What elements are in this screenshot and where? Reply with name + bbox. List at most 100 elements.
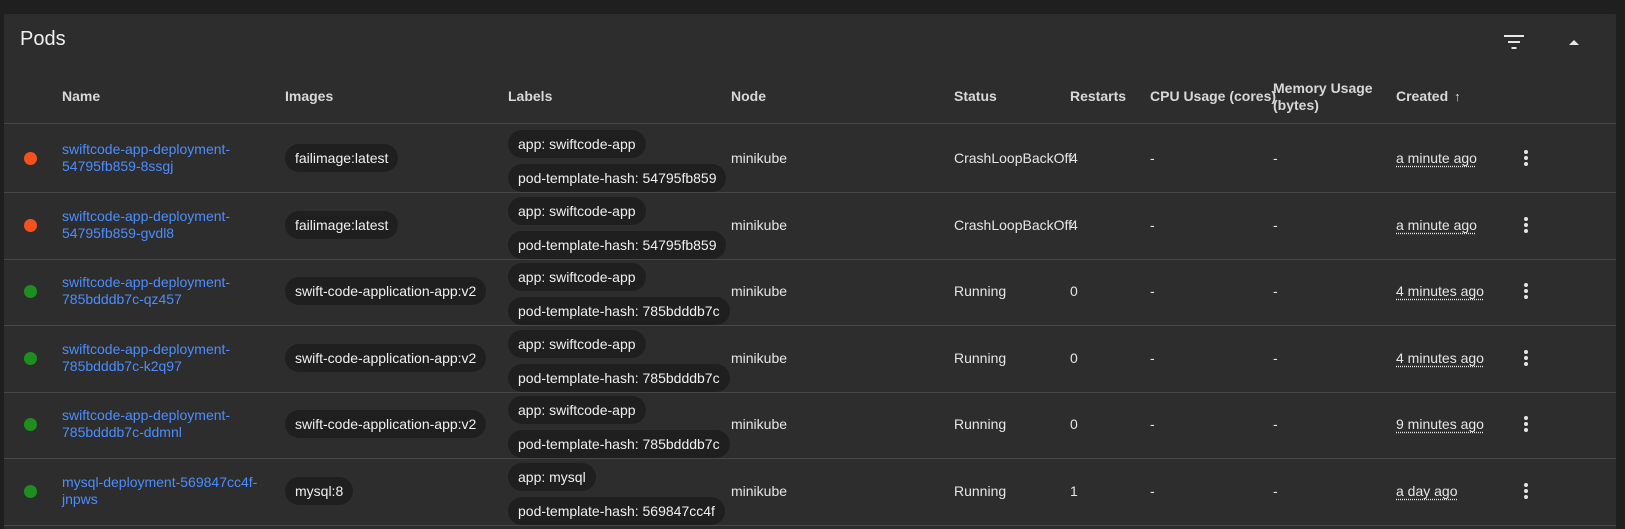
table-row: mysql-deployment-569847cc4f-jnpws mysql:…	[4, 457, 1616, 526]
cpu-cell: -	[1150, 416, 1155, 432]
created-timestamp[interactable]: 4 minutes ago	[1396, 350, 1484, 366]
image-cell: failimage:latest	[285, 191, 399, 259]
image-cell: failimage:latest	[285, 124, 399, 192]
cpu-cell: -	[1150, 482, 1155, 499]
column-header-status[interactable]: Status	[954, 70, 997, 123]
status-dot-icon	[24, 351, 37, 365]
node-cell: minikube	[731, 283, 788, 299]
row-actions-button[interactable]	[1514, 411, 1538, 437]
status-text: CrashLoopBackOff	[954, 150, 1072, 166]
memory-cell: -	[1273, 416, 1278, 432]
status-text: Running	[954, 349, 1007, 366]
status-text: CrashLoopBackOff	[954, 216, 1072, 233]
column-header-node[interactable]: Node	[731, 70, 766, 123]
status-cell: Running	[954, 324, 1072, 392]
status-text: Running	[954, 416, 1007, 432]
status-dot-icon	[24, 152, 37, 165]
node-cell: minikube	[731, 416, 788, 432]
filter-button[interactable]	[1500, 28, 1528, 56]
created-timestamp[interactable]: 4 minutes ago	[1396, 283, 1484, 299]
column-header-created-label: Created	[1396, 88, 1449, 104]
memory-cell: -	[1273, 216, 1278, 233]
collapse-button[interactable]	[1560, 28, 1588, 56]
label-chip: pod-template-hash: 785bdddb7c	[508, 297, 730, 325]
status-cell: CrashLoopBackOff	[954, 191, 1072, 259]
node-cell: minikube	[731, 482, 788, 499]
table-row: swiftcode-app-deployment-785bdddb7c-k2q9…	[4, 324, 1616, 393]
label-chip: app: swiftcode-app	[508, 196, 646, 225]
created-cell: 4 minutes ago	[1396, 257, 1484, 325]
restarts-cell: 0	[1070, 349, 1078, 366]
image-chip: failimage:latest	[285, 144, 399, 172]
row-actions-button[interactable]	[1514, 212, 1538, 238]
memory-cell: -	[1273, 150, 1278, 166]
label-chip: app: swiftcode-app	[508, 263, 646, 291]
pods-card: Pods Name Images Labels Node Status Rest…	[4, 14, 1616, 529]
status-cell: Running	[954, 390, 1072, 458]
more-vert-icon	[1524, 150, 1528, 166]
row-actions-button[interactable]	[1514, 145, 1538, 171]
node-cell: minikube	[731, 216, 788, 233]
row-actions-button[interactable]	[1514, 345, 1538, 371]
created-timestamp[interactable]: a minute ago	[1396, 150, 1477, 166]
table-row: swiftcode-app-deployment-54795fb859-gvdl…	[4, 191, 1616, 260]
image-chip: swift-code-application-app:v2	[285, 410, 487, 438]
status-dot-icon	[24, 285, 37, 298]
column-header-name[interactable]: Name	[62, 70, 100, 123]
image-cell: swift-code-application-app:v2	[285, 324, 487, 392]
status-dot-icon	[24, 484, 37, 498]
name-cell: swiftcode-app-deployment-785bdddb7c-ddmn…	[62, 390, 272, 458]
more-vert-icon	[1524, 283, 1528, 299]
sort-arrow-icon: ↑	[1454, 89, 1461, 104]
node-cell: minikube	[731, 349, 788, 366]
pod-name-link[interactable]: swiftcode-app-deployment-785bdddb7c-qz45…	[62, 274, 272, 308]
image-cell: swift-code-application-app:v2	[285, 390, 487, 458]
created-cell: 4 minutes ago	[1396, 324, 1484, 392]
created-timestamp[interactable]: a minute ago	[1396, 217, 1477, 233]
pod-name-link[interactable]: swiftcode-app-deployment-785bdddb7c-k2q9…	[62, 341, 272, 375]
image-chip: failimage:latest	[285, 210, 399, 239]
column-header-memory: Memory Usage (bytes)	[1273, 79, 1373, 113]
status-cell: Running	[954, 257, 1072, 325]
status-cell: CrashLoopBackOff	[954, 124, 1072, 192]
restarts-cell: 4	[1070, 216, 1078, 233]
memory-cell: -	[1273, 349, 1278, 366]
node-cell: minikube	[731, 150, 788, 166]
image-cell: mysql:8	[285, 457, 354, 525]
status-dot-icon	[24, 418, 37, 431]
label-chip: pod-template-hash: 785bdddb7c	[508, 430, 730, 458]
name-cell: mysql-deployment-569847cc4f-jnpws	[62, 457, 272, 525]
cpu-cell: -	[1150, 283, 1155, 299]
created-cell: a day ago	[1396, 457, 1458, 525]
label-chip: pod-template-hash: 569847cc4f	[508, 496, 725, 525]
pod-name-link[interactable]: swiftcode-app-deployment-785bdddb7c-ddmn…	[62, 407, 272, 441]
created-cell: a minute ago	[1396, 124, 1477, 192]
image-chip: swift-code-application-app:v2	[285, 277, 487, 305]
row-actions-button[interactable]	[1514, 478, 1538, 504]
more-vert-icon	[1524, 482, 1528, 499]
status-cell: Running	[954, 457, 1072, 525]
column-header-created[interactable]: Created ↑	[1396, 70, 1461, 123]
status-text: Running	[954, 283, 1007, 299]
pod-name-link[interactable]: mysql-deployment-569847cc4f-jnpws	[62, 474, 272, 508]
pod-name-link[interactable]: swiftcode-app-deployment-54795fb859-8ssg…	[62, 141, 272, 175]
label-chip: app: swiftcode-app	[508, 130, 646, 158]
status-dot-icon	[24, 218, 37, 232]
restarts-cell: 4	[1070, 150, 1078, 166]
column-header-restarts[interactable]: Restarts	[1070, 70, 1126, 123]
created-timestamp[interactable]: a day ago	[1396, 483, 1458, 499]
label-chip: pod-template-hash: 785bdddb7c	[508, 363, 730, 392]
row-actions-button[interactable]	[1514, 278, 1538, 304]
restarts-cell: 1	[1070, 482, 1078, 499]
status-text: Running	[954, 482, 1007, 499]
card-header: Pods	[4, 14, 1616, 70]
more-vert-icon	[1524, 416, 1528, 432]
pod-name-link[interactable]: swiftcode-app-deployment-54795fb859-gvdl…	[62, 208, 272, 242]
restarts-cell: 0	[1070, 283, 1078, 299]
table-header: Name Images Labels Node Status Restarts …	[4, 70, 1616, 124]
column-header-images: Images	[285, 88, 334, 104]
column-header-cpu: CPU Usage (cores)	[1150, 88, 1277, 104]
cpu-cell: -	[1150, 349, 1155, 366]
created-cell: 9 minutes ago	[1396, 390, 1484, 458]
created-timestamp[interactable]: 9 minutes ago	[1396, 416, 1484, 432]
